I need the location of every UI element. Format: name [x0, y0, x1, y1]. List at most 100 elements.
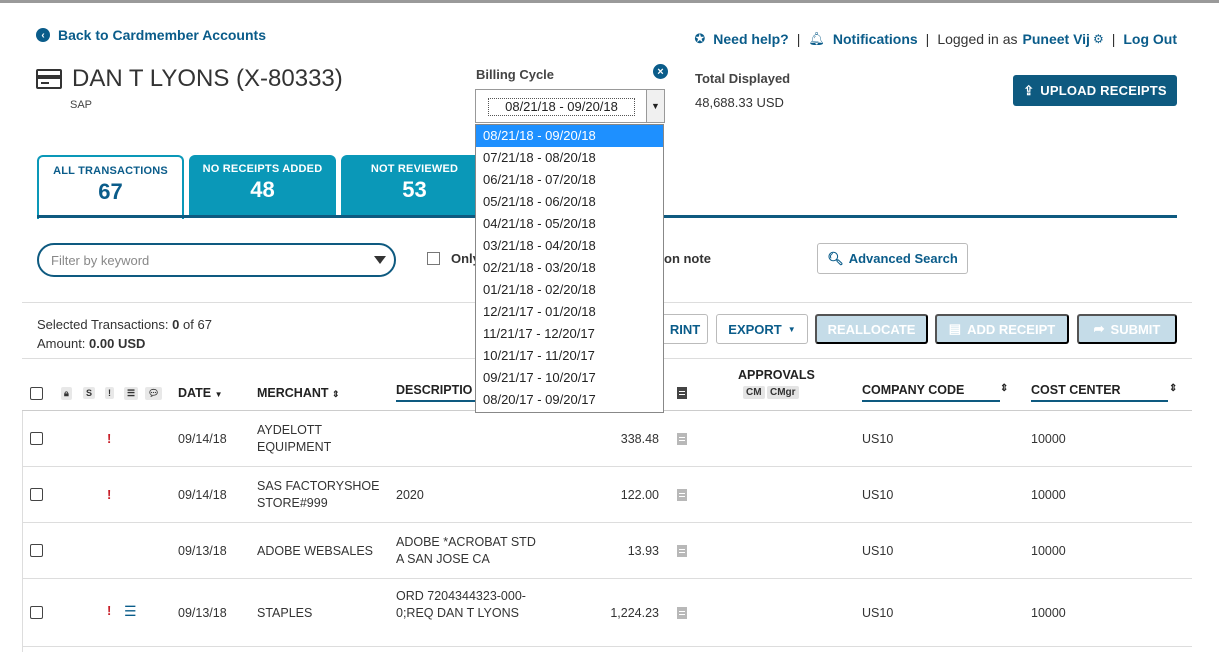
- filter-keyword-field[interactable]: [37, 243, 396, 277]
- close-icon[interactable]: ×: [653, 64, 668, 79]
- billing-cycle-option[interactable]: 07/21/18 - 08/20/18: [476, 147, 663, 169]
- caret-down-icon: ▼: [787, 324, 796, 334]
- note-label: on note: [664, 251, 711, 266]
- row-cost-center: 10000: [1031, 488, 1066, 502]
- receipt-icon[interactable]: [677, 607, 687, 619]
- tab-label: ALL TRANSACTIONS: [53, 165, 168, 177]
- receipt-icon[interactable]: [677, 545, 687, 557]
- cardholder-name: DAN T LYONS (X-80333): [72, 65, 343, 92]
- row-description: ADOBE *ACROBAT STD A SAN JOSE CA: [396, 535, 536, 566]
- row-checkbox[interactable]: [30, 544, 43, 557]
- approvals-column-header: APPROVALS: [738, 368, 815, 382]
- credit-card-icon: [36, 69, 62, 89]
- advanced-search-button[interactable]: 🔍︎ Advanced Search: [817, 243, 968, 274]
- tab-not-reviewed[interactable]: NOT REVIEWED 53: [341, 155, 488, 217]
- row-date: 09/13/18: [178, 544, 227, 558]
- table-row[interactable]: 09/13/18 ADOBE WEBSALES ADOBE *ACROBAT S…: [22, 523, 1192, 579]
- nav-separator: |: [925, 31, 930, 47]
- billing-cycle-select[interactable]: 08/21/18 - 09/20/18 ▼: [475, 89, 665, 123]
- advanced-search-label: Advanced Search: [848, 251, 958, 266]
- back-link[interactable]: ‹ Back to Cardmember Accounts: [36, 27, 266, 43]
- add-receipt-button[interactable]: ▤ ADD RECEIPT: [935, 314, 1069, 344]
- row-amount: 338.48: [620, 432, 659, 446]
- logout-link[interactable]: Log Out: [1123, 31, 1177, 47]
- tab-no-receipts-added[interactable]: NO RECEIPTS ADDED 48: [189, 155, 336, 217]
- billing-cycle-option[interactable]: 12/21/17 - 01/20/18: [476, 301, 663, 323]
- tab-label: NO RECEIPTS ADDED: [202, 163, 323, 175]
- need-help-link[interactable]: Need help?: [713, 31, 788, 47]
- billing-cycle-option[interactable]: 09/21/17 - 10/20/17: [476, 367, 663, 389]
- notifications-link[interactable]: Notifications: [833, 31, 918, 47]
- selected-count: 0: [172, 317, 180, 332]
- billing-cycle-option[interactable]: 10/21/17 - 11/20/17: [476, 345, 663, 367]
- user-name-link[interactable]: Puneet Vij: [1023, 31, 1090, 47]
- tab-count: 48: [250, 177, 275, 202]
- filter-keyword-input[interactable]: [51, 252, 374, 268]
- submit-button[interactable]: ➦ SUBMIT: [1077, 314, 1177, 344]
- table-row[interactable]: ! 09/14/18 SAS FACTORYSHOE STORE#999 202…: [22, 467, 1192, 523]
- row-company-code: US10: [862, 544, 894, 558]
- row-merchant: SAS FACTORYSHOE STORE#999: [257, 479, 380, 510]
- row-amount: 1,224.23: [610, 606, 659, 620]
- sort-down-icon: ▼: [214, 390, 223, 399]
- billing-cycle-option[interactable]: 05/21/18 - 06/20/18: [476, 191, 663, 213]
- back-link-label[interactable]: Back to Cardmember Accounts: [58, 27, 266, 43]
- row-checkbox[interactable]: [30, 432, 43, 445]
- s-column-header: S: [83, 387, 96, 399]
- receipt-column-icon: [677, 387, 687, 399]
- help-icon: ✪: [694, 31, 706, 46]
- tab-count: 53: [402, 177, 427, 202]
- billing-cycle-option[interactable]: 04/21/18 - 05/20/18: [476, 213, 663, 235]
- selected-of-total: of 67: [183, 317, 212, 332]
- tab-label: NOT REVIEWED: [370, 163, 459, 175]
- cost-center-column-header[interactable]: COST CENTER: [1031, 383, 1168, 402]
- billing-cycle-option[interactable]: 02/21/18 - 03/20/18: [476, 257, 663, 279]
- exclamation-icon: !: [107, 487, 112, 502]
- reallocate-button[interactable]: REALLOCATE: [815, 314, 928, 344]
- sort-icon[interactable]: ⇕: [1169, 383, 1177, 394]
- billing-cycle-option[interactable]: 01/21/18 - 02/20/18: [476, 279, 663, 301]
- billing-cycle-option[interactable]: 08/21/18 - 09/20/18: [476, 125, 663, 147]
- row-date: 09/14/18: [178, 488, 227, 502]
- select-all-checkbox[interactable]: [30, 387, 43, 400]
- row-checkbox[interactable]: [30, 606, 43, 619]
- selection-info: Selected Transactions: 0 of 67 Amount: 0…: [37, 315, 212, 353]
- exclamation-icon: !: [107, 603, 112, 618]
- row-company-code: US10: [862, 606, 894, 620]
- exclamation-column-header: !: [105, 387, 114, 399]
- row-checkbox[interactable]: [30, 488, 43, 501]
- billing-cycle-option[interactable]: 08/20/17 - 09/20/17: [476, 389, 663, 411]
- tab-count: 67: [98, 179, 123, 204]
- row-company-code: US10: [862, 488, 894, 502]
- billing-cycle-option[interactable]: 11/21/17 - 12/20/17: [476, 323, 663, 345]
- date-column-header[interactable]: DATE ▼: [178, 386, 223, 400]
- row-merchant: AYDELOTT EQUIPMENT: [257, 423, 332, 454]
- billing-cycle-option[interactable]: 06/21/18 - 07/20/18: [476, 169, 663, 191]
- amount-value: 0.00 USD: [89, 336, 146, 351]
- table-row[interactable]: ! 09/14/18 AYDELOTT EQUIPMENT 338.48 US1…: [22, 411, 1192, 467]
- company-code-column-header[interactable]: COMPANY CODE: [862, 383, 1000, 402]
- tab-all-transactions[interactable]: ALL TRANSACTIONS 67: [37, 155, 184, 219]
- billing-cycle-option[interactable]: 03/21/18 - 04/20/18: [476, 235, 663, 257]
- chevron-left-icon: ‹: [36, 28, 50, 42]
- list-icon[interactable]: ☰: [124, 603, 137, 620]
- table-row[interactable]: ! ☰ 09/13/18 STAPLES ORD 7204344323-000-…: [22, 579, 1192, 647]
- upload-receipts-button[interactable]: ⇪ UPLOAD RECEIPTS: [1013, 75, 1177, 106]
- total-displayed-label: Total Displayed: [695, 71, 791, 86]
- logged-in-label: Logged in as: [937, 31, 1018, 47]
- gear-icon[interactable]: ⚙: [1093, 32, 1104, 46]
- cardholder: DAN T LYONS (X-80333): [36, 65, 343, 93]
- only-checkbox[interactable]: [427, 252, 440, 265]
- sort-icon[interactable]: ⇕: [1000, 383, 1008, 394]
- filter-icon[interactable]: [374, 256, 386, 264]
- billing-cycle-value: 08/21/18 - 09/20/18: [488, 98, 635, 116]
- comment-icon: 💬︎: [145, 387, 163, 400]
- merchant-column-header[interactable]: MERCHANT ⇕: [257, 386, 340, 400]
- chevron-down-icon[interactable]: ▼: [646, 90, 664, 122]
- receipt-icon[interactable]: [677, 433, 687, 445]
- receipt-icon[interactable]: [677, 489, 687, 501]
- description-column-header[interactable]: DESCRIPTIO: [396, 383, 476, 402]
- export-button[interactable]: EXPORT ▼: [716, 314, 808, 344]
- row-amount: 122.00: [620, 488, 659, 502]
- upload-icon: ⇪: [1023, 82, 1035, 98]
